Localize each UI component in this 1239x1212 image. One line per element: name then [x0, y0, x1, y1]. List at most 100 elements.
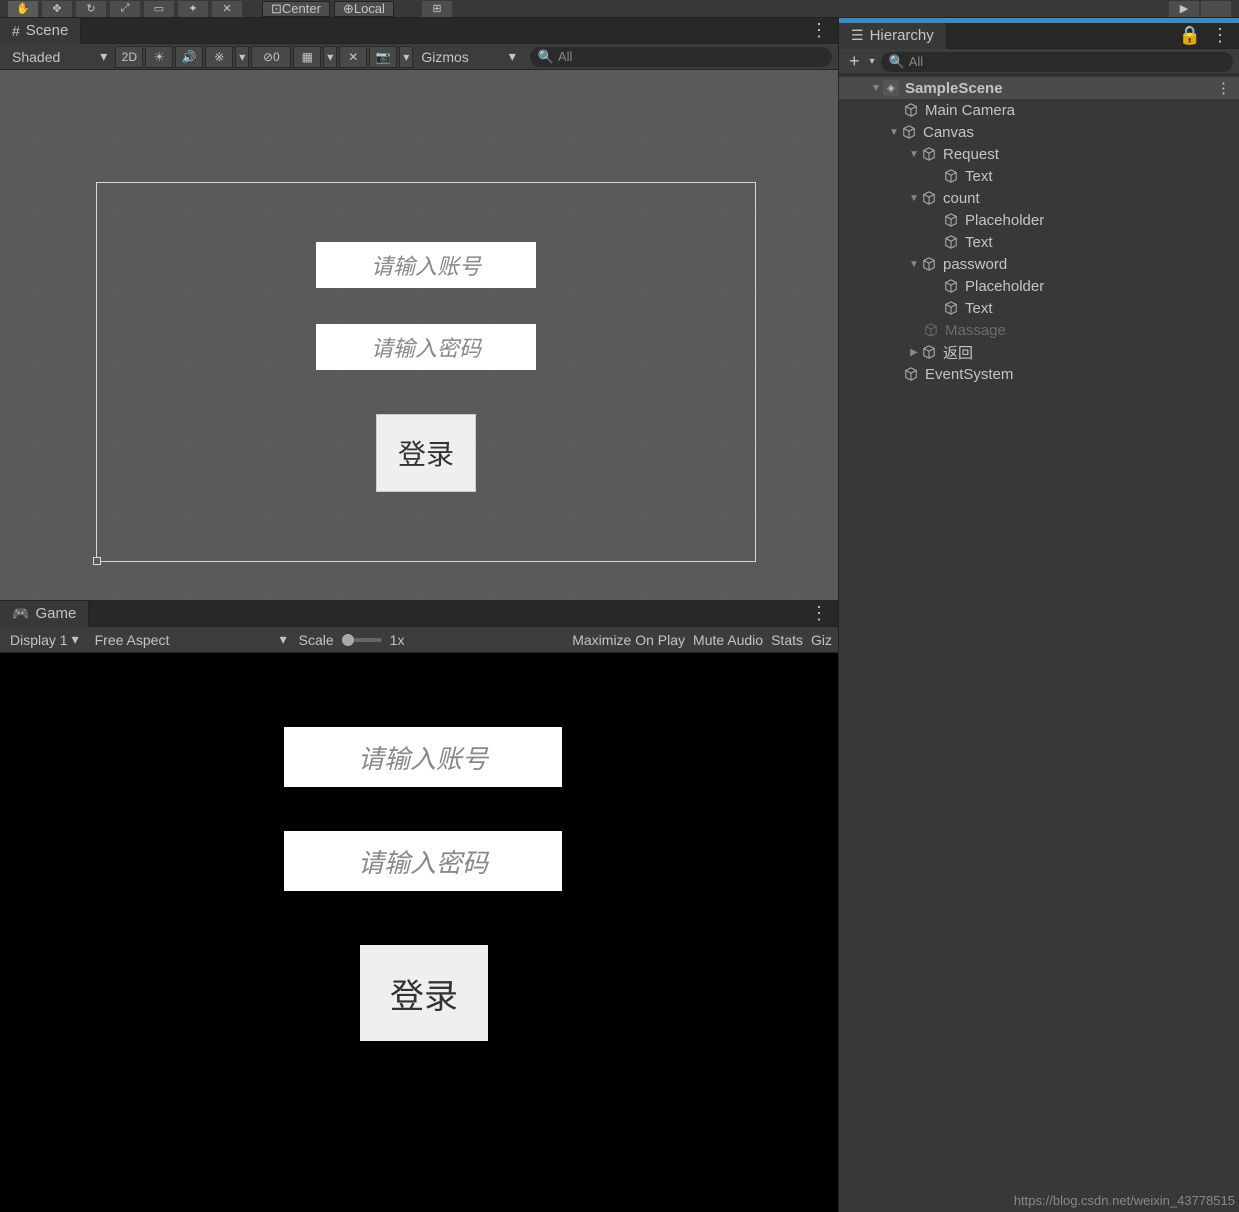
scene-tab[interactable]: # Scene	[0, 18, 81, 44]
hand-tool-icon[interactable]: ✋	[8, 1, 38, 17]
hierarchy-icon: ☰	[851, 27, 864, 44]
hierarchy-tab-menu-icon[interactable]: ⋮	[1211, 25, 1229, 46]
foldout-icon[interactable]: ▼	[907, 149, 921, 160]
hierarchy-tab[interactable]: ☰ Hierarchy	[839, 23, 947, 49]
transform-tool-icon[interactable]: ✦	[178, 1, 208, 17]
foldout-icon[interactable]: ▼	[907, 193, 921, 204]
hierarchy-item-password-text[interactable]: Text	[839, 297, 1239, 319]
pause-button[interactable]	[1201, 1, 1231, 17]
watermark: https://blog.csdn.net/weixin_43778515	[1014, 1193, 1235, 1208]
game-account-input[interactable]: 请输入账号	[284, 727, 562, 787]
gameobject-icon	[921, 190, 937, 206]
scale-label: Scale	[299, 632, 334, 648]
hierarchy-item-main-camera[interactable]: Main Camera	[839, 99, 1239, 121]
rotate-tool-icon[interactable]: ↻	[76, 1, 106, 17]
add-button[interactable]: +	[845, 51, 864, 72]
gizmos-dropdown[interactable]: Gizmos▾	[415, 48, 521, 65]
move-tool-icon[interactable]: ✥	[42, 1, 72, 17]
game-tab[interactable]: 🎮 Game	[0, 601, 89, 627]
gameobject-icon	[943, 234, 959, 250]
fx-icon[interactable]: ※	[205, 46, 233, 68]
gameobject-icon	[943, 300, 959, 316]
hierarchy-item-count-placeholder[interactable]: Placeholder	[839, 209, 1239, 231]
hierarchy-item-request-text[interactable]: Text	[839, 165, 1239, 187]
game-password-input[interactable]: 请输入密码	[284, 831, 562, 891]
hierarchy-item-eventsystem[interactable]: EventSystem	[839, 363, 1239, 385]
gameobject-icon	[921, 344, 937, 360]
scene-menu-icon[interactable]: ⋮	[1216, 79, 1239, 97]
scene-tab-menu-icon[interactable]: ⋮	[800, 20, 838, 41]
audio-icon[interactable]: 🔊	[175, 46, 203, 68]
local-icon: ⊕	[343, 1, 354, 17]
scene-row[interactable]: ▼ ◈ SampleScene ⋮	[839, 77, 1239, 99]
game-login-button[interactable]: 登录	[360, 945, 488, 1041]
pivot-local-button[interactable]: ⊕Local	[334, 1, 394, 17]
chevron-down-icon: ▾	[100, 48, 107, 65]
camera-dropdown-icon[interactable]: ▾	[399, 46, 413, 68]
password-input-field[interactable]: 请输入密码	[316, 324, 536, 370]
maximize-toggle[interactable]: Maximize On Play	[572, 632, 685, 648]
hierarchy-item-count-text[interactable]: Text	[839, 231, 1239, 253]
scene-search-input[interactable]: 🔍 All	[530, 47, 832, 67]
hierarchy-item-count[interactable]: ▼ count	[839, 187, 1239, 209]
scene-icon: #	[12, 23, 20, 39]
scale-value: 1x	[390, 632, 405, 648]
camera-icon[interactable]: 📷	[369, 46, 397, 68]
hierarchy-item-password[interactable]: ▼ password	[839, 253, 1239, 275]
hierarchy-item-password-placeholder[interactable]: Placeholder	[839, 275, 1239, 297]
scale-slider[interactable]	[342, 638, 382, 642]
foldout-icon[interactable]: ▶	[907, 347, 921, 358]
game-viewport: 请输入账号 请输入密码 登录	[0, 653, 838, 1212]
gameobject-icon	[943, 212, 959, 228]
aspect-dropdown[interactable]: Free Aspect▾	[91, 631, 291, 648]
shading-mode-dropdown[interactable]: Shaded▾	[6, 48, 113, 65]
gamepad-icon: 🎮	[12, 605, 29, 622]
custom-tool-icon[interactable]: ✕	[212, 1, 242, 17]
chevron-down-icon[interactable]: ▾	[870, 56, 875, 67]
account-input-field[interactable]: 请输入账号	[316, 242, 536, 288]
mute-toggle[interactable]: Mute Audio	[693, 632, 763, 648]
lighting-icon[interactable]: ☀	[145, 46, 173, 68]
play-button[interactable]: ▶	[1169, 1, 1199, 17]
main-toolbar: ✋ ✥ ↻ ⤢ ▭ ✦ ✕ ⊡Center ⊕Local ⊞ ▶	[0, 0, 1239, 18]
hidden-objects[interactable]: ⊘0	[251, 46, 291, 68]
foldout-icon[interactable]: ▼	[869, 83, 883, 94]
grid-dropdown-icon[interactable]: ▾	[323, 46, 337, 68]
search-icon: 🔍	[538, 49, 554, 65]
pivot-center-button[interactable]: ⊡Center	[262, 1, 330, 17]
gameobject-icon	[921, 256, 937, 272]
game-toolbar: Display 1▾ Free Aspect▾ Scale 1x Maximiz…	[0, 627, 838, 653]
foldout-icon[interactable]: ▼	[887, 127, 901, 138]
hierarchy-item-back[interactable]: ▶ 返回	[839, 341, 1239, 363]
gameobject-icon	[903, 366, 919, 382]
gizmos-toggle[interactable]: Giz	[811, 632, 832, 648]
scene-viewport[interactable]: 请输入账号 请输入密码 登录	[0, 70, 838, 600]
unity-scene-icon: ◈	[883, 80, 899, 96]
hierarchy-item-massage[interactable]: Massage	[839, 319, 1239, 341]
chevron-down-icon: ▾	[280, 631, 287, 648]
game-tab-menu-icon[interactable]: ⋮	[800, 603, 838, 624]
stats-toggle[interactable]: Stats	[771, 632, 803, 648]
chevron-down-icon: ▾	[509, 48, 516, 65]
hierarchy-toolbar: + ▾ 🔍 All	[839, 49, 1239, 75]
fx-dropdown-icon[interactable]: ▾	[235, 46, 249, 68]
scale-tool-icon[interactable]: ⤢	[110, 1, 140, 17]
grid-icon[interactable]: ▦	[293, 46, 321, 68]
canvas-handle-icon[interactable]	[93, 557, 101, 565]
hierarchy-search-input[interactable]: 🔍 All	[881, 52, 1233, 72]
lock-icon[interactable]: 🔒	[1179, 25, 1201, 46]
snap-icon[interactable]: ⊞	[422, 1, 452, 17]
tools-icon[interactable]: ✕	[339, 46, 367, 68]
hierarchy-item-request[interactable]: ▼ Request	[839, 143, 1239, 165]
foldout-icon[interactable]: ▼	[907, 259, 921, 270]
game-tab-header: 🎮 Game ⋮	[0, 601, 838, 627]
chevron-down-icon: ▾	[72, 631, 79, 648]
hierarchy-tree: ▼ ◈ SampleScene ⋮ Main Camera ▼ Canvas ▼…	[839, 75, 1239, 1212]
hierarchy-item-canvas[interactable]: ▼ Canvas	[839, 121, 1239, 143]
rect-tool-icon[interactable]: ▭	[144, 1, 174, 17]
2d-toggle[interactable]: 2D	[115, 46, 143, 68]
canvas-bounds[interactable]	[96, 182, 756, 562]
hierarchy-tab-header: ☰ Hierarchy 🔒 ⋮	[839, 23, 1239, 49]
login-button[interactable]: 登录	[376, 414, 476, 492]
display-dropdown[interactable]: Display 1▾	[6, 631, 83, 648]
